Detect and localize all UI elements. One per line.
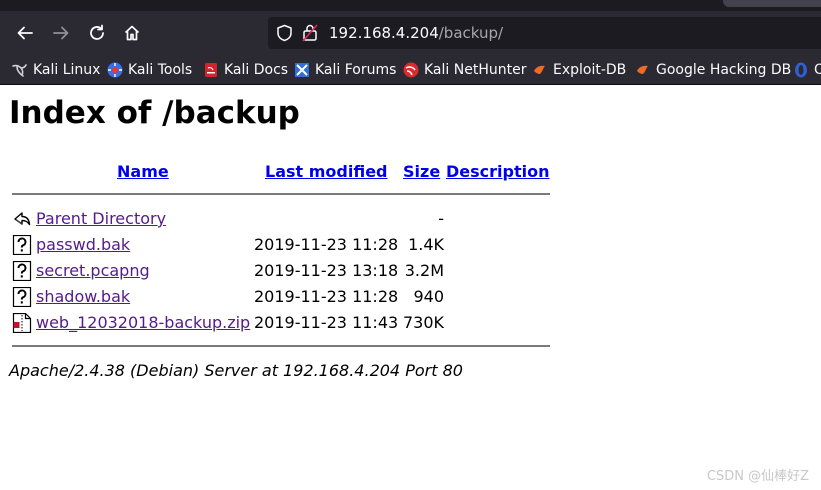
home-icon — [124, 25, 140, 41]
url-path: /backup/ — [438, 24, 504, 42]
bookmarks-toolbar: Kali Linux Kali Tools Kali Docs Kali For… — [0, 55, 821, 85]
shield-icon[interactable] — [276, 24, 293, 42]
file-link-secret-pcapng[interactable]: secret.pcapng — [36, 261, 150, 280]
active-tab-edge[interactable] — [723, 0, 821, 7]
column-header-description[interactable]: Description — [446, 162, 549, 181]
modified-date: 2019-11-23 11:28 — [254, 235, 399, 254]
unknown-file-icon — [12, 261, 32, 281]
bookmark-kali-nethunter[interactable]: Kali NetHunter — [403, 61, 526, 79]
file-size: 940 — [413, 287, 444, 306]
file-link-shadow-bak[interactable]: shadow.bak — [36, 287, 130, 306]
kali-forums-icon — [295, 63, 309, 77]
file-size: 3.2M — [404, 261, 444, 280]
kali-docs-icon — [205, 63, 217, 77]
file-link-passwd-bak[interactable]: passwd.bak — [36, 235, 130, 254]
column-header-size[interactable]: Size — [403, 162, 440, 181]
bookmark-google-hacking-db[interactable]: Google Hacking DB — [635, 61, 791, 79]
bookmark-label: O — [814, 62, 821, 78]
tab-strip — [0, 0, 821, 11]
bookmark-label: Kali Linux — [33, 62, 101, 78]
bookmark-label: Kali Tools — [128, 62, 193, 78]
reload-button[interactable] — [85, 21, 109, 45]
insecure-lock-icon[interactable] — [302, 23, 318, 42]
parent-directory-link[interactable]: Parent Directory — [36, 209, 166, 228]
bookmark-label: Kali Docs — [224, 62, 289, 78]
footer-divider — [12, 345, 550, 347]
reload-icon — [90, 24, 104, 40]
file-size: 730K — [402, 313, 444, 332]
page-title: Index of /backup — [9, 95, 300, 131]
navigation-toolbar: 192.168.4.204/backup/ — [0, 11, 821, 55]
address-bar[interactable]: 192.168.4.204/backup/ — [268, 17, 821, 49]
bookmark-kali-linux[interactable]: Kali Linux — [12, 61, 100, 79]
url-text[interactable]: 192.168.4.204/backup/ — [329, 24, 503, 42]
page-content: Index of /backup Name Last modified Size… — [0, 85, 821, 490]
bookmark-kali-tools[interactable]: Kali Tools — [107, 61, 192, 79]
bookmark-offsec[interactable]: O — [793, 61, 821, 79]
modified-date: 2019-11-23 13:18 — [254, 261, 399, 280]
table-row: Parent Directory - — [12, 208, 552, 230]
offsec-icon — [795, 62, 807, 78]
compressed-file-icon — [12, 313, 32, 333]
exploit-db-icon — [534, 65, 545, 74]
table-row: secret.pcapng 2019-11-23 13:18 3.2M — [12, 260, 552, 282]
header-divider — [12, 193, 550, 195]
bookmark-exploit-db[interactable]: Exploit-DB — [532, 61, 626, 79]
server-signature: Apache/2.4.38 (Debian) Server at 192.168… — [9, 361, 463, 380]
bookmark-label: Google Hacking DB — [656, 62, 792, 78]
bookmark-kali-forums[interactable]: Kali Forums — [294, 61, 396, 79]
bookmark-label: Kali NetHunter — [424, 62, 527, 78]
unknown-file-icon — [12, 235, 32, 255]
ghdb-icon — [637, 65, 648, 74]
back-arrow-icon — [14, 212, 31, 226]
kali-nethunter-icon — [403, 62, 419, 78]
file-size: 1.4K — [408, 235, 444, 254]
table-row: shadow.bak 2019-11-23 11:28 940 — [12, 286, 552, 308]
forward-button[interactable] — [49, 21, 73, 45]
file-size: - — [438, 209, 444, 228]
modified-date: 2019-11-23 11:28 — [254, 287, 399, 306]
back-button[interactable] — [13, 21, 37, 45]
table-row: web_12032018-backup.zip 2019-11-23 11:43… — [12, 312, 552, 334]
back-arrow-icon — [17, 26, 33, 40]
column-header-name[interactable]: Name — [117, 162, 169, 181]
kali-tools-icon — [107, 62, 123, 78]
modified-date: 2019-11-23 11:43 — [254, 313, 399, 332]
url-host: 192.168.4.204 — [329, 24, 439, 42]
bookmark-kali-docs[interactable]: Kali Docs — [203, 61, 288, 79]
watermark: CSDN @仙棒好Z — [706, 469, 809, 484]
file-link-web-backup-zip[interactable]: web_12032018-backup.zip — [36, 313, 250, 332]
unknown-file-icon — [12, 287, 32, 307]
forward-arrow-icon — [53, 26, 69, 40]
bookmark-label: Kali Forums — [315, 62, 397, 78]
bookmark-label: Exploit-DB — [553, 62, 627, 78]
kali-dragon-icon — [12, 64, 27, 77]
table-row: passwd.bak 2019-11-23 11:28 1.4K — [12, 234, 552, 256]
home-button[interactable] — [120, 21, 144, 45]
column-header-last-modified[interactable]: Last modified — [265, 162, 388, 181]
